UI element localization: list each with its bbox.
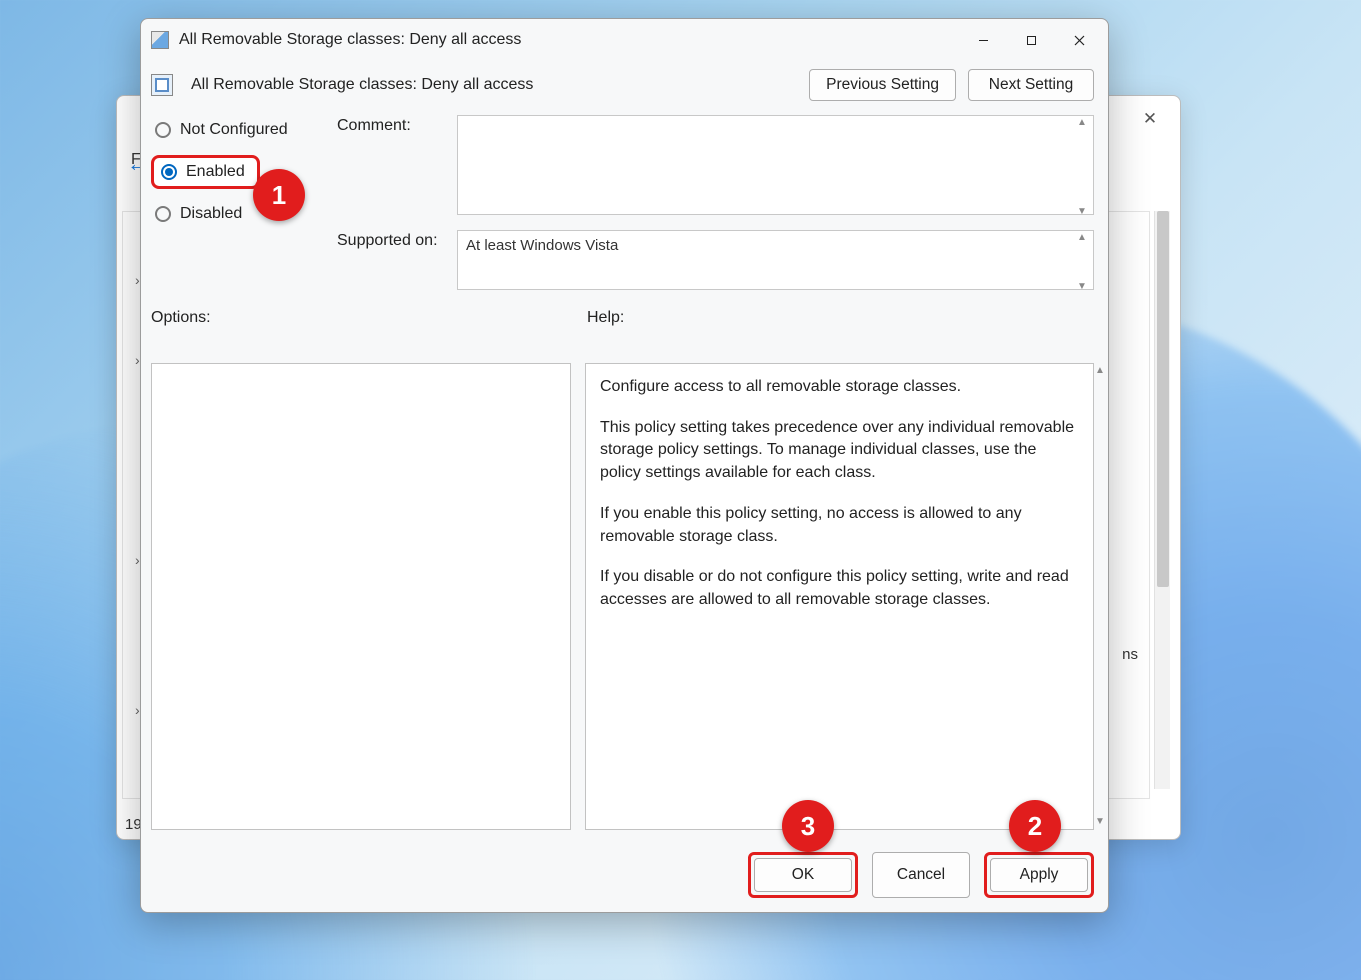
radio-label: Enabled bbox=[186, 163, 245, 181]
help-scroll-arrows[interactable]: ▲▼ bbox=[1095, 364, 1113, 829]
maximize-button[interactable] bbox=[1008, 25, 1054, 55]
help-paragraph: This policy setting takes precedence ove… bbox=[600, 417, 1079, 485]
cancel-button[interactable]: Cancel bbox=[872, 852, 970, 898]
help-label: Help: bbox=[587, 309, 1094, 327]
policy-name: All Removable Storage classes: Deny all … bbox=[191, 76, 797, 94]
comment-scroll-arrows[interactable]: ▲▼ bbox=[1077, 118, 1091, 217]
close-button[interactable] bbox=[1056, 25, 1102, 55]
radio-label: Not Configured bbox=[180, 121, 288, 139]
supported-scroll-arrows[interactable]: ▲▼ bbox=[1077, 233, 1091, 292]
callout-3: 3 bbox=[782, 800, 834, 852]
policy-icon bbox=[151, 74, 173, 96]
callout-1: 1 bbox=[253, 169, 305, 221]
titlebar: All Removable Storage classes: Deny all … bbox=[141, 19, 1108, 61]
help-paragraph: If you enable this policy setting, no ac… bbox=[600, 503, 1079, 548]
bg-cut-text: ns bbox=[1122, 646, 1138, 663]
window-title: All Removable Storage classes: Deny all … bbox=[179, 31, 958, 49]
minimize-button[interactable] bbox=[960, 25, 1006, 55]
bg-close-button[interactable]: ✕ bbox=[1128, 104, 1172, 134]
help-paragraph: If you disable or do not configure this … bbox=[600, 566, 1079, 611]
callout-2: 2 bbox=[1009, 800, 1061, 852]
supported-label: Supported on: bbox=[337, 230, 443, 295]
dialog-button-row: OK Cancel Apply bbox=[141, 842, 1108, 912]
radio-label: Disabled bbox=[180, 205, 242, 223]
options-label: Options: bbox=[151, 309, 571, 327]
radio-not-configured[interactable]: Not Configured bbox=[151, 119, 321, 141]
apply-button[interactable]: Apply bbox=[990, 858, 1088, 892]
ok-button[interactable]: OK bbox=[754, 858, 852, 892]
options-pane bbox=[151, 363, 571, 830]
next-setting-button[interactable]: Next Setting bbox=[968, 69, 1094, 101]
previous-setting-button[interactable]: Previous Setting bbox=[809, 69, 956, 101]
supported-textarea bbox=[457, 230, 1094, 290]
ok-highlight: OK bbox=[748, 852, 858, 898]
radio-enabled[interactable]: Enabled bbox=[157, 161, 249, 183]
comment-textarea[interactable] bbox=[457, 115, 1094, 215]
header-row: All Removable Storage classes: Deny all … bbox=[141, 61, 1108, 109]
comment-label: Comment: bbox=[337, 115, 443, 220]
titlebar-icon bbox=[151, 31, 169, 49]
apply-highlight: Apply bbox=[984, 852, 1094, 898]
bg-scrollbar[interactable] bbox=[1154, 211, 1170, 789]
help-pane: Configure access to all removable storag… bbox=[585, 363, 1094, 830]
policy-dialog: All Removable Storage classes: Deny all … bbox=[140, 18, 1109, 913]
help-paragraph: Configure access to all removable storag… bbox=[600, 376, 1079, 399]
enabled-highlight: Enabled bbox=[151, 155, 260, 189]
